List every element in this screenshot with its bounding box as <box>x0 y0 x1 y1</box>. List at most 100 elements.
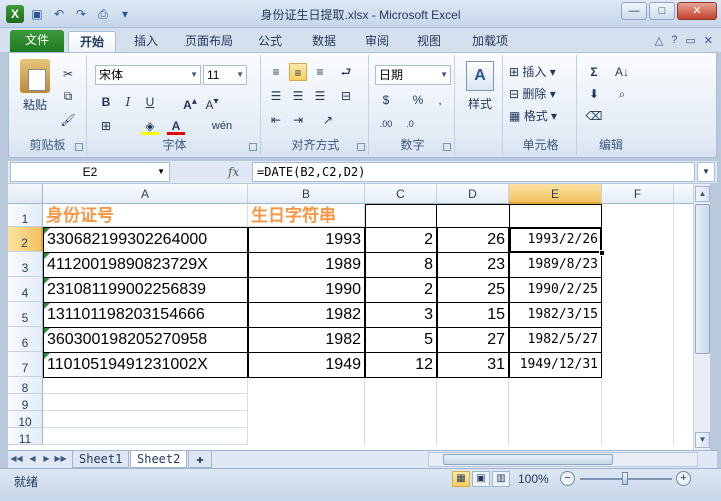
cell-a7[interactable]: 11010519491231002X <box>43 352 248 378</box>
font-color-icon[interactable]: A <box>167 117 185 135</box>
shrink-font-icon[interactable]: A▾ <box>203 93 221 112</box>
close-workbook-icon[interactable]: ✕ <box>704 34 713 47</box>
row-header-9[interactable]: 9 <box>8 394 43 412</box>
align-center-icon[interactable]: ☰ <box>289 87 307 105</box>
borders-icon[interactable]: ⊞ <box>97 117 115 135</box>
row-header-10[interactable]: 10 <box>8 411 43 429</box>
row-header-2[interactable]: 2 <box>8 227 43 252</box>
row-header-8[interactable]: 8 <box>8 377 43 395</box>
cell-e5[interactable]: 1982/3/15 <box>509 302 602 328</box>
cell-b4[interactable]: 1990 <box>248 277 365 303</box>
cell-a11[interactable] <box>43 428 248 445</box>
cell-e1[interactable] <box>509 204 602 228</box>
column-header-f[interactable]: F <box>602 184 674 204</box>
cell-e6[interactable]: 1982/5/27 <box>509 327 602 353</box>
last-sheet-icon[interactable]: ▶▶ <box>54 452 67 466</box>
tab-add-ins[interactable]: 加载项 <box>460 31 520 52</box>
comma-style-icon[interactable]: , <box>431 91 449 109</box>
font-launcher-icon[interactable] <box>249 143 257 151</box>
prev-sheet-icon[interactable]: ◀ <box>26 452 39 466</box>
column-header-a[interactable]: A <box>43 184 248 204</box>
cell-c4[interactable]: 2 <box>365 277 437 303</box>
clear-icon[interactable]: ⌫ <box>585 107 603 125</box>
delete-cells-button[interactable]: ⊟ 删除 ▾ <box>509 85 556 102</box>
page-layout-view-icon[interactable]: ▣ <box>472 471 490 487</box>
cell-d4[interactable]: 25 <box>437 277 509 303</box>
clipboard-launcher-icon[interactable] <box>75 143 83 151</box>
align-bottom-icon[interactable]: ≡ <box>311 63 329 81</box>
tab-file[interactable]: 文件 <box>10 30 64 52</box>
alignment-launcher-icon[interactable] <box>357 143 365 151</box>
cell-c8-c11[interactable] <box>365 377 437 445</box>
cell-e2[interactable]: 1993/2/26 <box>509 227 602 253</box>
tab-data[interactable]: 数据 <box>300 31 348 52</box>
horizontal-scrollbar[interactable] <box>428 452 698 467</box>
cell-a4[interactable]: 231081199002256839 <box>43 277 248 303</box>
font-size-combo[interactable]: 11 ▼ <box>203 65 247 85</box>
cell-b2[interactable]: 1993 <box>248 227 365 253</box>
column-header-e[interactable]: E <box>509 184 602 204</box>
align-right-icon[interactable]: ☰ <box>311 87 329 105</box>
row-header-4[interactable]: 4 <box>8 277 43 302</box>
cell-d6[interactable]: 27 <box>437 327 509 353</box>
column-header-d[interactable]: D <box>437 184 509 204</box>
accounting-format-icon[interactable]: $ <box>377 91 395 109</box>
name-box[interactable]: E2 ▼ <box>10 162 170 182</box>
column-header-g[interactable] <box>674 184 693 204</box>
cell-e4[interactable]: 1990/2/25 <box>509 277 602 303</box>
cell-a6[interactable]: 360300198205270958 <box>43 327 248 353</box>
cell-c2[interactable]: 2 <box>365 227 437 253</box>
expand-formula-bar-icon[interactable]: ▼ <box>697 162 715 182</box>
vertical-scroll-thumb[interactable] <box>695 204 710 354</box>
row-header-7[interactable]: 7 <box>8 352 43 377</box>
cell-e8-e11[interactable] <box>509 377 602 445</box>
cell-b1[interactable]: 生日字符串 <box>248 204 365 227</box>
cell-b8-b11[interactable] <box>248 377 365 445</box>
help-icon[interactable]: ? <box>671 34 677 47</box>
insert-cells-button[interactable]: ⊞ 插入 ▾ <box>509 63 556 80</box>
column-header-c[interactable]: C <box>365 184 437 204</box>
cell-d5[interactable]: 15 <box>437 302 509 328</box>
cut-icon[interactable]: ✂ <box>59 65 77 83</box>
tab-home[interactable]: 开始 <box>68 31 116 52</box>
insert-sheet-icon[interactable]: ✚ <box>188 451 212 468</box>
page-break-view-icon[interactable]: ▥ <box>492 471 510 487</box>
underline-button[interactable]: U <box>141 93 159 111</box>
row-header-11[interactable]: 11 <box>8 428 43 446</box>
cell-a8[interactable] <box>43 377 248 394</box>
select-all-button[interactable] <box>8 184 43 204</box>
align-left-icon[interactable]: ☰ <box>267 87 285 105</box>
cell-b5[interactable]: 1982 <box>248 302 365 328</box>
minimize-button[interactable]: — <box>621 2 647 20</box>
wrap-text-icon[interactable]: ⮐ <box>337 63 355 81</box>
scroll-down-icon[interactable]: ▼ <box>695 432 710 448</box>
maximize-button[interactable]: □ <box>649 2 675 20</box>
styles-button[interactable]: A 样式 <box>461 61 499 112</box>
grow-font-icon[interactable]: A▴ <box>181 93 199 112</box>
decrease-decimal-icon[interactable]: .0 <box>401 115 419 133</box>
cell-d7[interactable]: 31 <box>437 352 509 378</box>
cell-a3[interactable]: 41120019890823729X <box>43 252 248 278</box>
sheet-tab-sheet2[interactable]: Sheet2 <box>130 451 188 468</box>
zoom-level[interactable]: 100% <box>518 472 549 486</box>
tab-page-layout[interactable]: 页面布局 <box>176 31 242 52</box>
scroll-up-icon[interactable]: ▲ <box>695 186 710 202</box>
cell-a10[interactable] <box>43 411 248 428</box>
column-header-b[interactable]: B <box>248 184 365 204</box>
column-f-cells[interactable] <box>602 204 674 445</box>
worksheet-grid[interactable]: A B C D E F 1 2 3 4 5 6 7 8 9 10 11 身份证号… <box>8 184 693 450</box>
row-header-1[interactable]: 1 <box>8 204 43 227</box>
fill-handle[interactable] <box>599 250 605 256</box>
paste-button[interactable]: 粘贴 <box>15 59 55 113</box>
align-top-icon[interactable]: ≡ <box>267 63 285 81</box>
font-name-combo[interactable]: 宋体 ▼ <box>95 65 201 85</box>
horizontal-scroll-thumb[interactable] <box>443 454 613 465</box>
orientation-icon[interactable]: ↗ <box>319 111 337 129</box>
minimize-ribbon-icon[interactable]: △ <box>655 34 663 47</box>
number-launcher-icon[interactable] <box>443 143 451 151</box>
cell-b6[interactable]: 1982 <box>248 327 365 353</box>
cell-d3[interactable]: 23 <box>437 252 509 278</box>
sheet-tab-sheet1[interactable]: Sheet1 <box>72 451 130 468</box>
fill-color-icon[interactable]: ◈ <box>141 117 159 135</box>
tab-review[interactable]: 审阅 <box>354 31 400 52</box>
